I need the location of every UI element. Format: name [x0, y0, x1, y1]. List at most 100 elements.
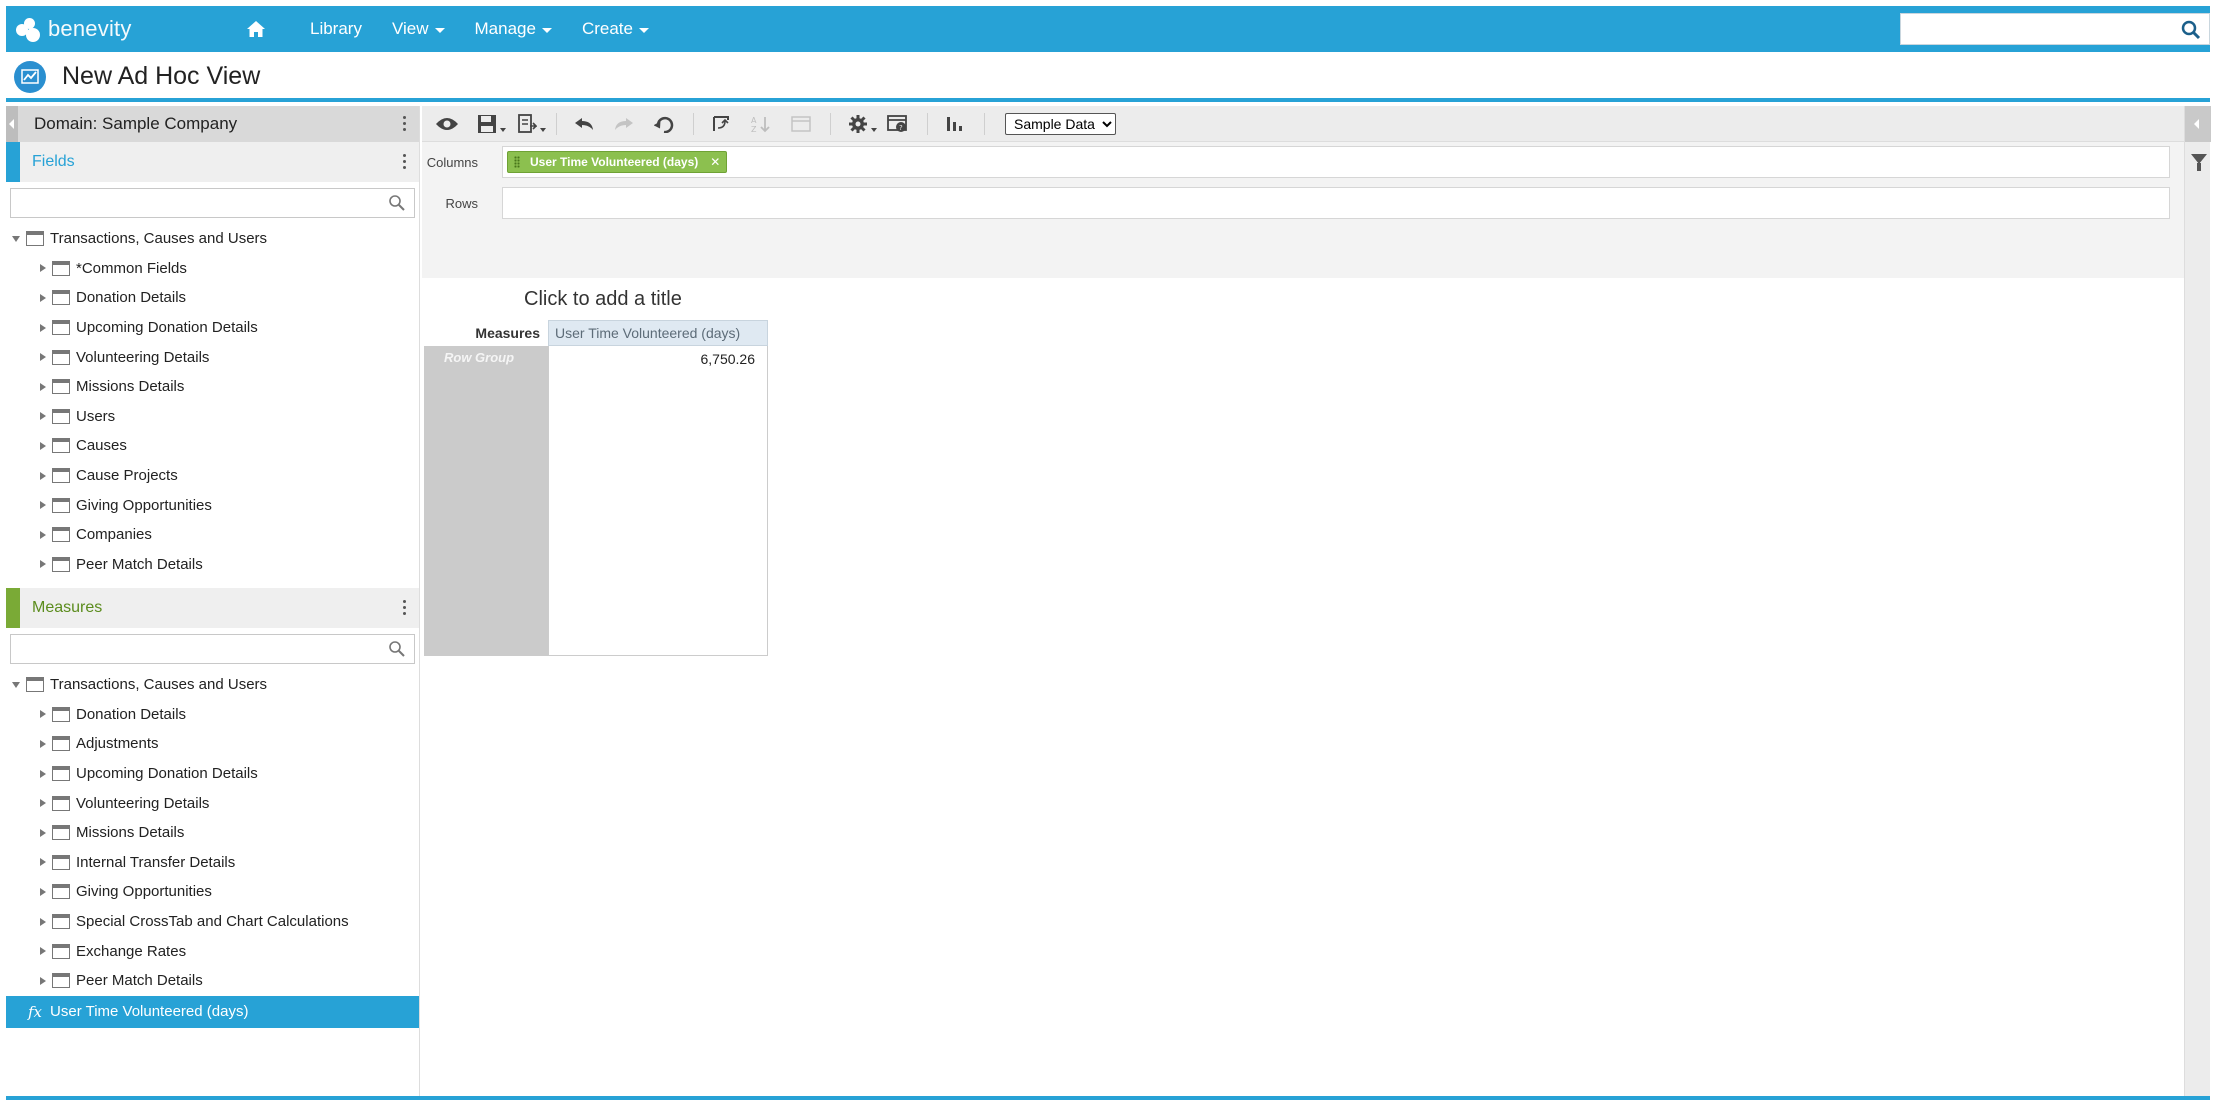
expand-right-icon[interactable] [40, 858, 46, 867]
fields-tree-item[interactable]: Volunteering Details [6, 342, 419, 372]
collapse-panel-icon[interactable] [6, 106, 18, 142]
rows-row: Rows [422, 186, 2184, 220]
logo-text: benevity [48, 16, 132, 41]
home-icon[interactable] [246, 20, 266, 38]
measures-tree-item[interactable]: Volunteering Details [6, 788, 419, 818]
measures-tree-item[interactable]: Peer Match Details [6, 966, 419, 996]
expand-right-icon[interactable] [40, 947, 46, 956]
fields-tree-item[interactable]: Companies [6, 520, 419, 550]
search-icon[interactable] [388, 194, 406, 217]
fields-menu-icon[interactable] [403, 154, 407, 170]
table-icon [52, 290, 70, 306]
expand-down-icon[interactable] [12, 235, 20, 242]
layout-icon[interactable] [788, 112, 814, 136]
table-icon [52, 884, 70, 900]
columns-row: Columns User Time Volunteered (days) ✕ [422, 145, 2184, 179]
svg-text:Z: Z [751, 125, 757, 134]
expand-right-icon[interactable] [40, 739, 46, 748]
redo-icon[interactable] [611, 112, 637, 136]
fields-tree-item[interactable]: *Common Fields [6, 254, 419, 284]
measures-tree-item[interactable]: Special CrossTab and Chart Calculations [6, 907, 419, 937]
rows-well[interactable] [502, 187, 2170, 219]
fields-filter-input[interactable] [11, 189, 371, 217]
benevity-logo-icon [14, 16, 44, 42]
fields-tree-item[interactable]: Causes [6, 431, 419, 461]
fields-label: Fields [32, 153, 75, 170]
expand-right-icon[interactable] [40, 382, 46, 391]
fields-tree-item[interactable]: Upcoming Donation Details [6, 313, 419, 343]
chevron-down-icon [541, 28, 552, 33]
nav-view[interactable]: View [392, 19, 445, 39]
sort-icon[interactable]: AZ [748, 112, 774, 136]
measures-tree-item[interactable]: Exchange Rates [6, 936, 419, 966]
expand-right-icon[interactable] [40, 530, 46, 539]
undo-all-icon[interactable] [651, 112, 677, 136]
global-search-input[interactable] [1901, 14, 2171, 44]
expand-right-icon[interactable] [40, 976, 46, 985]
measures-filter-input[interactable] [11, 635, 371, 663]
adhoc-view-icon [14, 61, 46, 93]
measures-tree-item[interactable]: Upcoming Donation Details [6, 759, 419, 789]
nav-manage[interactable]: Manage [475, 19, 552, 39]
fields-tree-item[interactable]: Giving Opportunities [6, 490, 419, 520]
expand-down-icon[interactable] [12, 681, 20, 688]
expand-right-icon[interactable] [40, 441, 46, 450]
gear-icon[interactable] [845, 112, 877, 136]
crosstab-title[interactable]: Click to add a title [524, 288, 682, 311]
save-icon[interactable] [474, 112, 506, 136]
measures-tree-item[interactable]: Donation Details [6, 700, 419, 730]
expand-right-icon[interactable] [40, 887, 46, 896]
fields-tree-item[interactable]: Donation Details [6, 283, 419, 313]
search-icon[interactable] [388, 640, 406, 663]
search-icon[interactable] [2181, 20, 2201, 45]
axis-drop-zone: Columns User Time Volunteered (days) ✕ R… [422, 142, 2184, 278]
expand-right-icon[interactable] [40, 471, 46, 480]
drag-handle-icon[interactable] [514, 156, 520, 168]
eye-icon[interactable] [434, 112, 460, 136]
nav-library[interactable]: Library [310, 19, 362, 39]
measures-tree-item[interactable]: Giving Opportunities [6, 877, 419, 907]
column-pill-user-time-volunteered[interactable]: User Time Volunteered (days) ✕ [507, 151, 728, 173]
measures-tree-item[interactable]: Missions Details [6, 818, 419, 848]
nav-create[interactable]: Create [582, 19, 649, 39]
fields-tree-item[interactable]: Missions Details [6, 372, 419, 402]
fields-tree-item[interactable]: Cause Projects [6, 461, 419, 491]
close-icon[interactable]: ✕ [710, 155, 720, 169]
expand-right-icon[interactable] [40, 710, 46, 719]
measures-tree-item[interactable]: Adjustments [6, 729, 419, 759]
undo-icon[interactable] [571, 112, 597, 136]
expand-right-icon[interactable] [40, 501, 46, 510]
svg-text:A: A [751, 116, 757, 125]
column-header-user-time-volunteered[interactable]: User Time Volunteered (days) [548, 320, 768, 346]
measures-menu-icon[interactable] [403, 600, 407, 616]
expand-right-icon[interactable] [40, 293, 46, 302]
data-source-select[interactable]: Sample Data [1005, 112, 1116, 135]
expand-right-icon[interactable] [40, 917, 46, 926]
selected-measure-user-time-volunteered[interactable]: fx User Time Volunteered (days) [6, 995, 419, 1028]
fields-tree-item[interactable]: Peer Match Details [6, 550, 419, 580]
fields-filter [10, 188, 415, 218]
expand-right-icon[interactable] [40, 264, 46, 273]
expand-right-icon[interactable] [40, 828, 46, 837]
benevity-logo[interactable]: benevity [14, 14, 132, 44]
expand-right-icon[interactable] [40, 769, 46, 778]
expand-right-icon[interactable] [40, 799, 46, 808]
expand-right-icon[interactable] [40, 353, 46, 362]
kebab-menu-icon[interactable] [403, 116, 407, 132]
filter-icon[interactable] [2191, 154, 2207, 171]
measures-tree-item[interactable]: Internal Transfer Details [6, 848, 419, 878]
pivot-icon[interactable] [708, 112, 734, 136]
tree-root-measures[interactable]: Transactions, Causes and Users [6, 670, 419, 700]
columns-well[interactable]: User Time Volunteered (days) ✕ [502, 146, 2170, 178]
chart-icon[interactable] [942, 112, 968, 136]
sql-icon[interactable]: ? [885, 112, 911, 136]
fields-tree-item[interactable]: Users [6, 402, 419, 432]
expand-right-icon[interactable] [40, 412, 46, 421]
measures-header: Measures [6, 588, 419, 628]
expand-filter-panel-icon[interactable] [2185, 106, 2211, 142]
expand-right-icon[interactable] [40, 323, 46, 332]
expand-right-icon[interactable] [40, 560, 46, 569]
tree-root-fields[interactable]: Transactions, Causes and Users [6, 224, 419, 254]
export-icon[interactable] [514, 112, 546, 136]
fields-header: Fields [6, 142, 419, 182]
